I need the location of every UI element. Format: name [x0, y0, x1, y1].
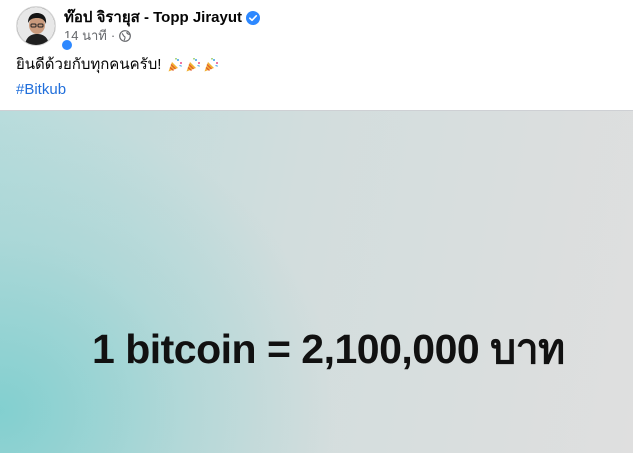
post-message: ยินดีด้วยกับทุกคนครับ!: [16, 55, 219, 75]
timestamp-row: 14 นาที ·: [64, 28, 260, 44]
party-popper-icon: [204, 58, 219, 72]
post-image[interactable]: 1 bitcoin = 2,100,000 บาท: [0, 111, 633, 453]
online-status-icon: [60, 38, 74, 52]
verified-badge-icon: [246, 10, 261, 25]
author-name[interactable]: ท๊อป จิรายุส - Topp Jirayut: [64, 8, 242, 27]
image-headline: 1 bitcoin = 2,100,000 บาท: [92, 326, 565, 372]
party-popper-icon: [186, 58, 201, 72]
globe-icon[interactable]: [119, 30, 132, 42]
post-header: ท๊อป จิรายุส - Topp Jirayut 14 นาที ·: [16, 6, 261, 52]
meta-separator: ·: [110, 28, 116, 43]
author-avatar[interactable]: [16, 6, 56, 46]
author-row: ท๊อป จิรายุส - Topp Jirayut: [64, 8, 261, 27]
post-meta: ท๊อป จิรายุส - Topp Jirayut 14 นาที ·: [64, 8, 261, 44]
facebook-post: ท๊อป จิรายุส - Topp Jirayut 14 นาที · ยิ…: [0, 0, 633, 453]
party-popper-icon: [168, 58, 183, 72]
avatar-photo: [17, 7, 55, 45]
hashtag-link[interactable]: #Bitkub: [16, 80, 66, 100]
post-message-text: ยินดีด้วยกับทุกคนครับ!: [16, 56, 162, 73]
